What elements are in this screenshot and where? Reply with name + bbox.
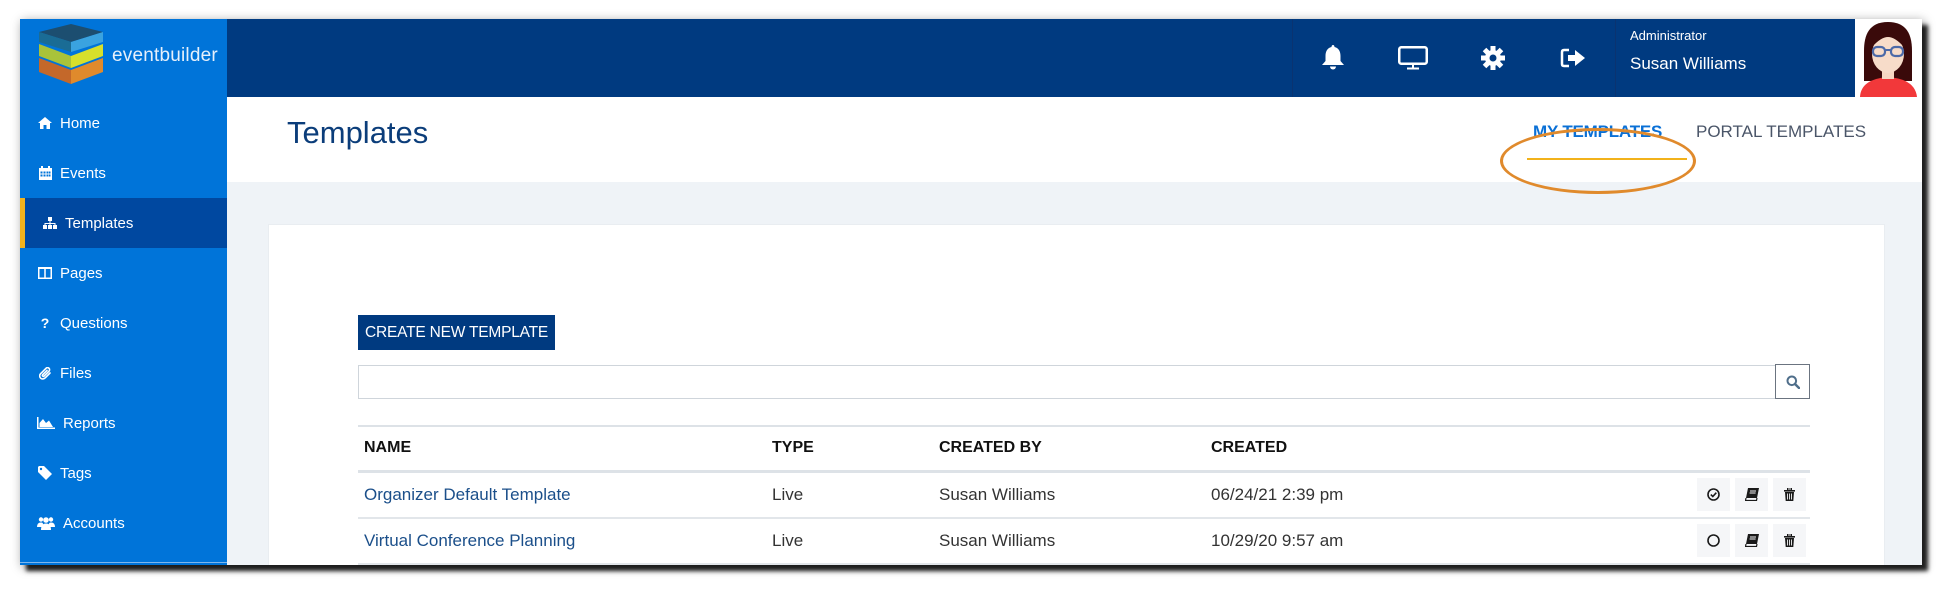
users-icon <box>37 515 55 531</box>
avatar[interactable] <box>1855 19 1922 97</box>
header-actions <box>1292 19 1616 97</box>
copy-template-button[interactable] <box>1735 524 1768 557</box>
page-title: Templates <box>287 115 429 150</box>
sidebar-nav: Home Events Templates Pages ? Questions … <box>20 98 227 548</box>
sidebar-item-pages[interactable]: Pages <box>20 248 227 298</box>
settings-button[interactable] <box>1453 19 1533 97</box>
sidebar-divider <box>20 562 227 563</box>
check-circle-icon <box>1707 488 1720 501</box>
sign-out-icon <box>1560 48 1585 68</box>
set-default-button[interactable] <box>1697 524 1730 557</box>
bell-icon <box>1322 45 1344 70</box>
table-header: NAME TYPE CREATED BY CREATED <box>358 425 1810 473</box>
tab-my-templates[interactable]: MY TEMPLATES <box>1533 122 1662 142</box>
delete-template-button[interactable] <box>1773 478 1806 511</box>
sidebar-item-label: Events <box>60 164 106 182</box>
sidebar-item-label: Questions <box>60 314 128 332</box>
sidebar: eventbuilder Home Events Templates Pages… <box>20 19 227 565</box>
sidebar-item-events[interactable]: Events <box>20 148 227 198</box>
logo-cube-icon <box>39 24 103 84</box>
table-row: Organizer Default Template Live Susan Wi… <box>358 473 1810 519</box>
book-icon <box>1744 488 1759 501</box>
sidebar-item-reports[interactable]: Reports <box>20 398 227 448</box>
tag-icon <box>37 465 53 481</box>
row-actions <box>1697 478 1806 511</box>
sidebar-item-questions[interactable]: ? Questions <box>20 298 227 348</box>
sidebar-item-tags[interactable]: Tags <box>20 448 227 498</box>
user-role: Administrator <box>1630 28 1707 43</box>
calendar-icon <box>37 165 53 181</box>
sidebar-item-files[interactable]: Files <box>20 348 227 398</box>
delete-template-button[interactable] <box>1773 524 1806 557</box>
column-header-created[interactable]: CREATED <box>1211 439 1287 457</box>
preview-button[interactable] <box>1373 19 1453 97</box>
brand-name: eventbuilder <box>112 45 218 66</box>
notifications-button[interactable] <box>1293 19 1373 97</box>
templates-card: CREATE NEW TEMPLATE NAME TYPE CREATED BY… <box>268 224 1885 565</box>
sidebar-item-templates[interactable]: Templates <box>20 198 227 248</box>
templates-table: NAME TYPE CREATED BY CREATED Organizer D… <box>358 425 1810 565</box>
column-header-created-by[interactable]: CREATED BY <box>939 439 1042 457</box>
template-created-by: Susan Williams <box>939 531 1056 550</box>
template-name-link[interactable]: Organizer Default Template <box>364 485 571 505</box>
copy-template-button[interactable] <box>1735 478 1768 511</box>
app-window: eventbuilder Home Events Templates Pages… <box>20 19 1922 565</box>
sidebar-item-label: Home <box>60 114 101 132</box>
sidebar-item-label: Accounts <box>63 514 125 532</box>
search-input[interactable] <box>358 365 1776 399</box>
gear-icon <box>1481 46 1505 70</box>
book-icon <box>1744 534 1759 547</box>
sidebar-item-accounts[interactable]: Accounts <box>20 498 227 548</box>
create-new-template-button[interactable]: CREATE NEW TEMPLATE <box>358 315 555 350</box>
columns-icon <box>37 265 53 281</box>
column-header-name[interactable]: NAME <box>364 439 411 457</box>
page-header: Templates MY TEMPLATES PORTAL TEMPLATES <box>227 97 1922 182</box>
search-icon <box>1786 375 1800 389</box>
template-type: Live <box>772 531 804 550</box>
trash-icon <box>1784 534 1795 547</box>
trash-icon <box>1784 488 1795 501</box>
template-created-by: Susan Williams <box>939 485 1056 504</box>
column-header-type[interactable]: TYPE <box>772 439 814 457</box>
top-header: Administrator Susan Williams <box>227 19 1922 97</box>
template-name-link[interactable]: Virtual Conference Planning <box>364 531 575 551</box>
template-created-date: 10/29/20 9:57 am <box>1211 531 1344 550</box>
circle-icon <box>1707 534 1720 547</box>
paperclip-icon <box>37 365 53 381</box>
question-icon: ? <box>40 315 50 331</box>
sidebar-item-label: Files <box>60 364 92 382</box>
active-tab-indicator <box>1527 158 1687 160</box>
sitemap-icon <box>42 215 58 231</box>
sidebar-item-home[interactable]: Home <box>20 98 227 148</box>
template-type: Live <box>772 485 804 504</box>
home-icon <box>37 115 53 131</box>
tab-portal-templates[interactable]: PORTAL TEMPLATES <box>1696 122 1866 142</box>
search-button[interactable] <box>1775 364 1810 399</box>
monitor-icon <box>1398 46 1428 70</box>
set-default-button[interactable] <box>1697 478 1730 511</box>
user-name: Susan Williams <box>1630 54 1747 73</box>
avatar-image <box>1855 19 1922 97</box>
logo[interactable]: eventbuilder <box>20 19 227 98</box>
area-chart-icon <box>37 415 55 431</box>
sidebar-item-label: Reports <box>63 414 116 432</box>
sidebar-item-label: Templates <box>65 214 134 232</box>
sidebar-item-label: Tags <box>60 464 92 482</box>
table-row: Virtual Conference Planning Live Susan W… <box>358 519 1810 565</box>
sign-out-button[interactable] <box>1533 19 1613 97</box>
sidebar-item-label: Pages <box>60 264 103 282</box>
template-created-date: 06/24/21 2:39 pm <box>1211 485 1344 504</box>
row-actions <box>1697 524 1806 557</box>
